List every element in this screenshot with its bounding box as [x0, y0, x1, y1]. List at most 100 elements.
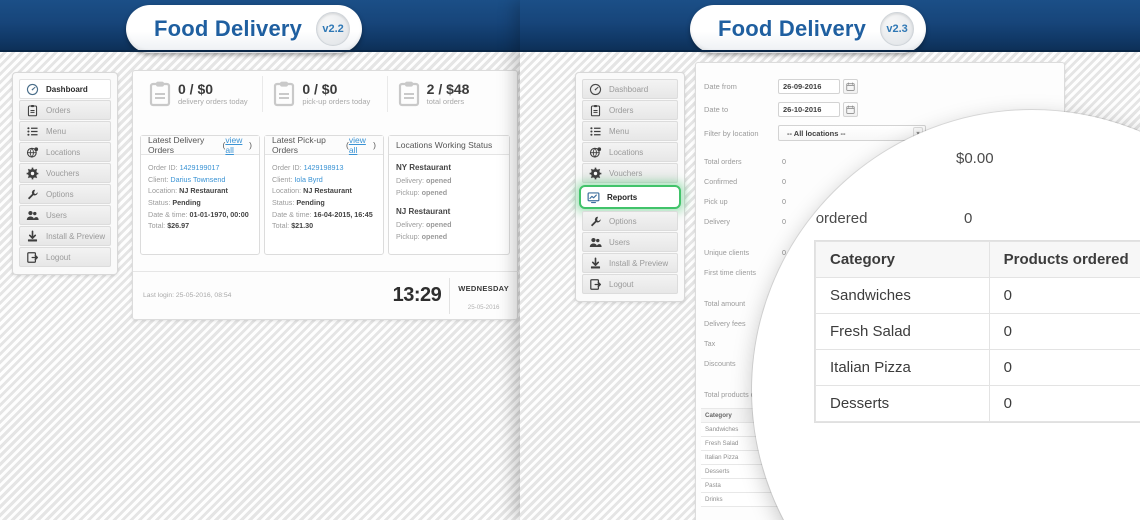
sidebar-item-orders[interactable]: Orders: [19, 100, 111, 120]
sidebar-item-vouchers[interactable]: Vouchers: [582, 163, 678, 183]
location-row: Location: NJ Restaurant: [148, 185, 252, 197]
sidebar-item-dashboard[interactable]: Dashboard: [582, 79, 678, 99]
users-icon: [589, 236, 602, 249]
sidebar-item-options[interactable]: Options: [582, 211, 678, 231]
box-header: Latest Delivery Orders (view all): [141, 135, 259, 155]
stat-delivery-orders-today: 0 / $0 delivery orders today: [139, 76, 264, 112]
sidebar-item-reports[interactable]: Reports: [579, 185, 681, 209]
cell-products: 0: [988, 385, 1140, 422]
total-label: Total:: [272, 221, 290, 231]
sidebar-label: Users: [609, 237, 630, 247]
calendar-icon[interactable]: [843, 79, 858, 94]
sidebar-item-options[interactable]: Options: [19, 184, 111, 204]
sidebar-item-users[interactable]: Users: [19, 205, 111, 225]
clock-widget: 13:29 WEDNESDAY 25-05-2016: [393, 277, 509, 314]
cell-products: 0: [988, 277, 1140, 314]
logout-icon: [26, 251, 39, 264]
pickup-status-row: Pickup: opened: [396, 187, 502, 199]
sidebar-label: Dashboard: [46, 84, 88, 94]
order-id-value[interactable]: 1429198913: [304, 163, 344, 172]
left-logo-pill: Food Delivery v2.2: [126, 5, 363, 53]
client-row: Client: Darius Townsend: [148, 174, 252, 186]
sidebar-item-menu[interactable]: Menu: [19, 121, 111, 141]
location-value: NJ Restaurant: [179, 186, 228, 196]
right-sidebar: Dashboard Orders Menu Locations Vouchers…: [575, 72, 685, 302]
box-title: Latest Pick-up Orders: [272, 135, 326, 155]
box-title: Latest Delivery Orders: [148, 135, 205, 155]
status-row: Status: Pending: [148, 197, 252, 209]
date-from-row: Date from 26-09-2016: [704, 79, 1064, 94]
stat-label: total orders: [426, 97, 465, 107]
clock-date: 25-05-2016: [467, 303, 500, 311]
sidebar-item-users[interactable]: Users: [582, 232, 678, 252]
stat-value: 2 / $48: [426, 80, 470, 97]
order-id-value[interactable]: 1429199017: [180, 163, 220, 172]
sidebar-item-locations[interactable]: Locations: [582, 142, 678, 162]
box-title: Locations Working Status: [396, 140, 493, 150]
clipboard-icon: [398, 81, 420, 107]
table-row: Desserts 0: [815, 385, 1140, 422]
client-row: Client: Iola Byrd: [272, 174, 376, 186]
delivery-label: Delivery:: [396, 175, 424, 185]
box-body: Order ID: 1429199017 Client: Darius Town…: [141, 155, 259, 239]
sidebar-item-vouchers[interactable]: Vouchers: [19, 163, 111, 183]
client-value[interactable]: Iola Byrd: [294, 175, 322, 184]
status-row: Status: Pending: [272, 197, 376, 209]
magnified-products-value: 0: [964, 210, 973, 227]
sidebar-label: Reports: [607, 192, 638, 202]
list-icon: [589, 125, 602, 138]
column-header-category: Category: [815, 241, 990, 278]
left-main-content: 0 / $0 delivery orders today 0 / $0 pick…: [132, 70, 519, 320]
wrench-icon: [589, 215, 602, 228]
sidebar-label: Orders: [609, 105, 634, 115]
box-header: Locations Working Status: [389, 136, 509, 155]
sidebar-label: Logout: [46, 252, 71, 262]
status-label: Status:: [272, 197, 295, 207]
pickup-label: Pickup:: [396, 187, 420, 197]
stat-label: pick-up orders today: [302, 97, 371, 107]
pickup-label: Pickup:: [396, 231, 420, 241]
box-header: Latest Pick-up Orders (view all): [265, 135, 383, 155]
clipboard-icon: [26, 104, 39, 117]
datetime-row: Date & time: 01-01-1970, 00:00: [148, 209, 252, 221]
globe-icon: [26, 146, 39, 159]
view-all-link[interactable]: view all: [349, 135, 373, 155]
left-topbar: Food Delivery v2.2: [0, 0, 540, 53]
right-brand-title: Food Delivery: [718, 16, 867, 41]
screenshot-root: Food Delivery v2.2 Dashboard Orders Menu…: [0, 0, 1140, 520]
download-icon: [589, 256, 602, 270]
sidebar-item-menu[interactable]: Menu: [582, 121, 678, 141]
sidebar-label: Vouchers: [46, 168, 80, 178]
total-value: $21.30: [291, 221, 314, 231]
cell-products: 0: [988, 349, 1140, 386]
sidebar-item-install-preview[interactable]: Install & Preview: [582, 253, 678, 273]
magnified-content: $0.00 tal products ordered 0 Category Pr…: [756, 114, 1140, 520]
date-to-label: Date to: [704, 105, 729, 114]
date-from-input[interactable]: 26-09-2016: [778, 79, 840, 94]
sidebar-item-logout[interactable]: Logout: [19, 247, 111, 267]
status-value: Pending: [296, 197, 325, 207]
left-sidebar: Dashboard Orders Menu Locations Vouchers…: [12, 72, 118, 275]
gauge-icon: [589, 83, 602, 96]
sidebar-item-install-preview[interactable]: Install & Preview: [19, 226, 111, 246]
column-header-products-ordered: Products ordered: [988, 241, 1140, 278]
sidebar-label: Menu: [609, 126, 630, 136]
cell-category: Sandwiches: [815, 277, 990, 314]
sidebar-item-locations[interactable]: Locations: [19, 142, 111, 162]
stat-pickup-orders-today: 0 / $0 pick-up orders today: [263, 76, 388, 112]
sidebar-label: Install & Preview: [46, 231, 106, 241]
datetime-value: 01-01-1970, 00:00: [189, 209, 249, 219]
stat-total-orders: 2 / $48 total orders: [388, 76, 511, 112]
client-value[interactable]: Darius Townsend: [170, 175, 225, 184]
cell-category: Italian Pizza: [815, 349, 990, 386]
clipboard-icon: [589, 104, 602, 117]
right-logo-pill: Food Delivery v2.3: [690, 5, 927, 53]
sidebar-item-dashboard[interactable]: Dashboard: [19, 79, 111, 99]
sidebar-item-orders[interactable]: Orders: [582, 100, 678, 120]
cell-category: Fresh Salad: [815, 313, 990, 350]
magnified-category-table: Category Products ordered Sandwiches 0 F…: [814, 240, 1140, 423]
latest-delivery-orders-box: Latest Delivery Orders (view all) Order …: [140, 135, 260, 255]
sidebar-item-logout[interactable]: Logout: [582, 274, 678, 294]
delivery-value: opened: [425, 175, 452, 185]
view-all-link[interactable]: view all: [225, 135, 249, 155]
